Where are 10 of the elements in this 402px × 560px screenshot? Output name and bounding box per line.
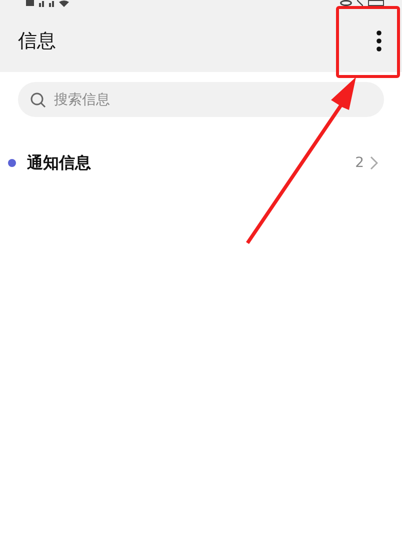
battery-icon	[368, 0, 384, 6]
highlight-box	[336, 6, 400, 78]
wifi-icon	[59, 0, 69, 7]
message-count: 2	[355, 155, 364, 171]
conversation-name: 通知信息	[27, 152, 92, 174]
search-field[interactable]: 搜索信息	[18, 82, 384, 117]
screen-title: 信息	[18, 29, 56, 54]
chevron-right-icon	[370, 156, 378, 170]
eye-icon	[340, 0, 352, 6]
more-vertical-icon	[376, 30, 382, 52]
